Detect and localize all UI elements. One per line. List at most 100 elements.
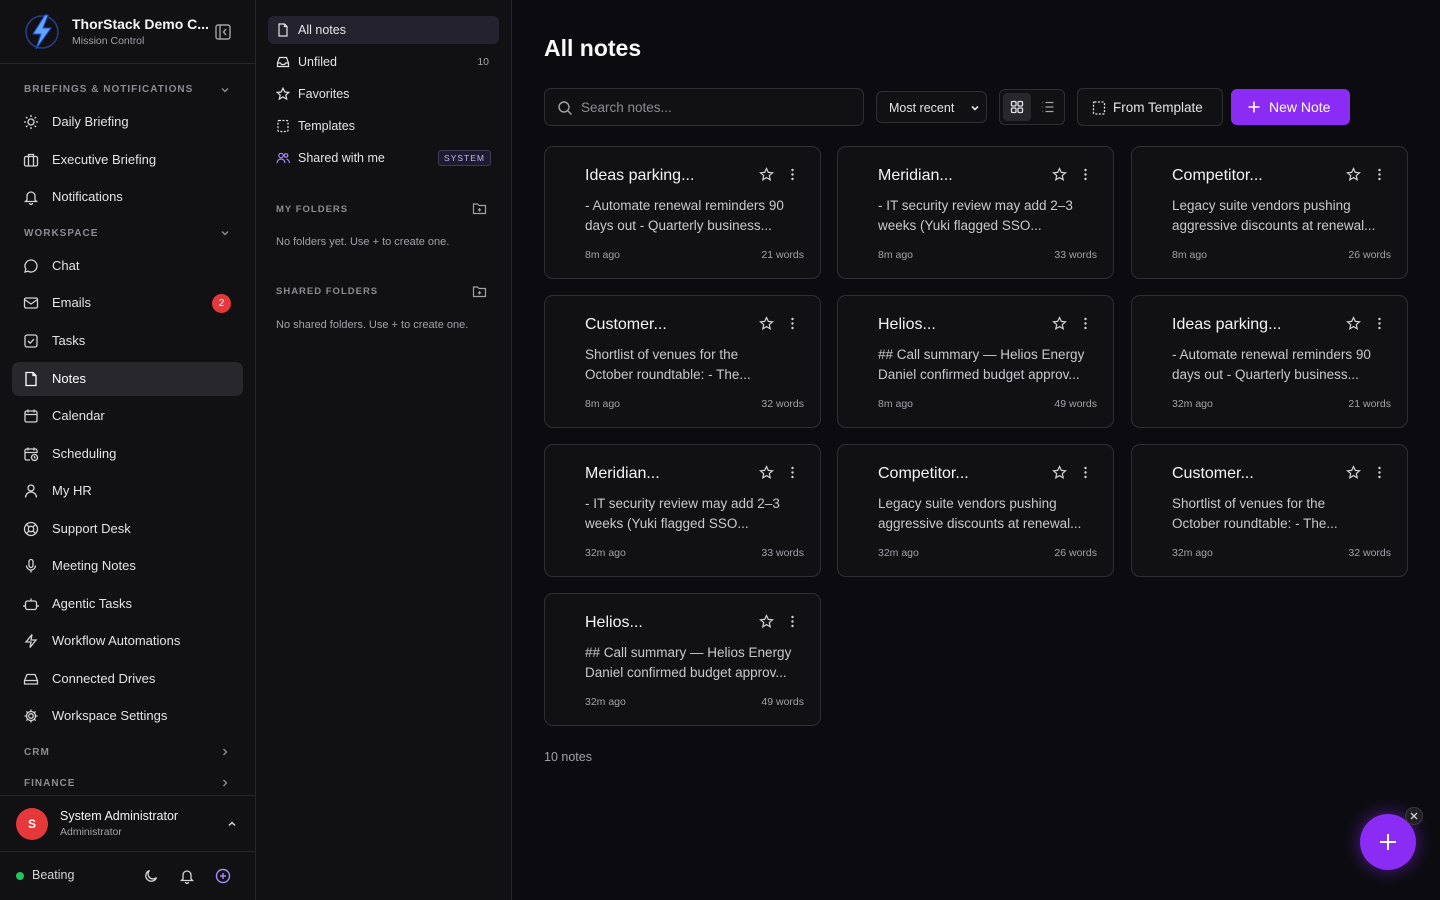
more-vertical-icon[interactable] [1078,465,1093,480]
add-circle-icon[interactable] [215,868,231,884]
new-note-button[interactable]: New Note [1231,89,1350,125]
sidebar-item-workspace-settings[interactable]: Workspace Settings [12,699,243,733]
sidebar-item-workflow-automations[interactable]: Workflow Automations [12,624,243,658]
workspace-header[interactable]: ThorStack Demo C... Mission Control [0,0,255,64]
more-vertical-icon[interactable] [785,465,800,480]
list-view-button[interactable] [1034,93,1062,121]
sidebar-item-label: Agentic Tasks [52,596,132,611]
sidebar-item-meeting-notes[interactable]: Meeting Notes [12,549,243,583]
section-crm-label[interactable]: CRM [24,747,50,758]
note-title: Competitor... [1172,167,1263,184]
collapse-sidebar-icon[interactable] [214,23,232,41]
sidebar-item-executive-briefing[interactable]: Executive Briefing [12,143,243,177]
more-vertical-icon[interactable] [1372,465,1387,480]
note-card[interactable]: Competitor... Legacy suite vendors pushi… [1131,146,1408,279]
sort-select[interactable]: Most recent [876,91,987,123]
chevron-right-icon[interactable] [219,746,231,758]
notes-nav-shared-with-me[interactable]: Shared with me SYSTEM [268,144,499,172]
sidebar-item-calendar[interactable]: Calendar [12,399,243,433]
grid-view-button[interactable] [1003,93,1031,121]
users-icon [276,152,290,164]
sidebar-item-scheduling[interactable]: Scheduling [12,437,243,471]
add-folder-icon[interactable] [472,201,487,216]
status-dot [16,872,24,880]
moon-icon[interactable] [143,868,159,884]
star-icon[interactable] [1052,316,1067,331]
more-vertical-icon[interactable] [1372,167,1387,182]
star-icon[interactable] [1346,316,1361,331]
search-input[interactable] [581,89,856,125]
sidebar-item-agentic-tasks[interactable]: Agentic Tasks [12,587,243,621]
notes-nav-favorites[interactable]: Favorites [268,80,499,108]
star-icon[interactable] [1052,465,1067,480]
chevron-down-icon[interactable] [219,84,231,96]
note-card[interactable]: Helios... ## Call summary — Helios Energ… [837,295,1114,428]
notes-nav-all-notes[interactable]: All notes [268,16,499,44]
more-vertical-icon[interactable] [785,167,800,182]
sidebar-item-label: Tasks [52,333,86,348]
sidebar-item-connected-drives[interactable]: Connected Drives [12,662,243,696]
star-icon[interactable] [1346,167,1361,182]
note-card[interactable]: Customer... Shortlist of venues for the O… [544,295,821,428]
note-card[interactable]: Meridian... - IT security review may add… [544,444,821,577]
sidebar-item-support-desk[interactable]: Support Desk [12,512,243,546]
sort-value: Most recent [889,101,955,115]
chevron-up-icon[interactable] [226,818,238,830]
sidebar-item-notes[interactable]: Notes [12,362,243,396]
note-preview: - IT security review may add 2–3 weeks (Y… [878,198,1073,233]
sidebar-item-label: Executive Briefing [52,152,157,167]
sidebar-item-label: Chat [52,258,80,273]
more-vertical-icon[interactable] [1372,316,1387,331]
note-word-count: 33 words [761,547,804,559]
sidebar-item-chat[interactable]: Chat [12,249,243,283]
more-vertical-icon[interactable] [1078,316,1093,331]
template-icon [1092,101,1106,115]
note-card[interactable]: Ideas parking... - Automate renewal remi… [1131,295,1408,428]
more-vertical-icon[interactable] [785,316,800,331]
from-template-button[interactable]: From Template [1077,88,1223,126]
grid-icon [1010,100,1024,114]
star-icon [276,87,290,101]
note-timestamp: 32m ago [1172,547,1213,559]
add-folder-icon[interactable] [472,284,487,299]
sidebar-item-notifications[interactable]: Notifications [12,180,243,214]
more-vertical-icon[interactable] [785,614,800,629]
star-icon[interactable] [1052,167,1067,182]
notes-nav-templates[interactable]: Templates [268,112,499,140]
more-vertical-icon[interactable] [1078,167,1093,182]
star-icon[interactable] [759,614,774,629]
star-icon[interactable] [759,167,774,182]
chevron-right-icon[interactable] [219,777,231,789]
note-word-count: 32 words [1348,547,1391,559]
close-icon [1410,812,1418,820]
section-finance-label[interactable]: FINANCE [24,778,75,789]
sidebar-item-label: Workflow Automations [52,633,181,648]
note-card[interactable]: Competitor... Legacy suite vendors pushi… [837,444,1114,577]
note-card[interactable]: Meridian... - IT security review may add… [837,146,1114,279]
section-workspace-label[interactable]: WORKSPACE [24,228,98,239]
star-icon[interactable] [759,465,774,480]
note-timestamp: 8m ago [1172,249,1208,261]
star-icon[interactable] [1346,465,1361,480]
bot-icon [23,598,39,611]
user-menu[interactable]: S System Administrator Administrator [0,795,255,852]
sidebar-item-my-hr[interactable]: My HR [12,474,243,508]
note-icon [25,371,37,387]
search-box[interactable] [544,88,864,126]
chevron-down-icon[interactable] [219,227,231,239]
note-card[interactable]: Customer... Shortlist of venues for the O… [1131,444,1408,577]
sidebar-item-emails[interactable]: Emails 2 [12,286,243,320]
bell-icon[interactable] [179,868,195,884]
note-card[interactable]: Ideas parking... - Automate renewal remi… [544,146,821,279]
sidebar-item-daily-briefing[interactable]: Daily Briefing [12,105,243,139]
section-briefings-label[interactable]: BRIEFINGS & NOTIFICATIONS [24,84,193,95]
shared-folders-heading: SHARED FOLDERS [276,286,379,297]
note-word-count: 26 words [1348,249,1391,261]
notes-navigation: All notes Unfiled 10 Favorites Templates… [256,0,512,900]
notes-count: 10 notes [544,750,592,764]
notes-nav-unfiled[interactable]: Unfiled 10 [268,48,499,76]
sidebar-item-tasks[interactable]: Tasks [12,324,243,358]
dismiss-fab-button[interactable] [1405,807,1423,825]
star-icon[interactable] [759,316,774,331]
note-card[interactable]: Helios... ## Call summary — Helios Energ… [544,593,821,726]
